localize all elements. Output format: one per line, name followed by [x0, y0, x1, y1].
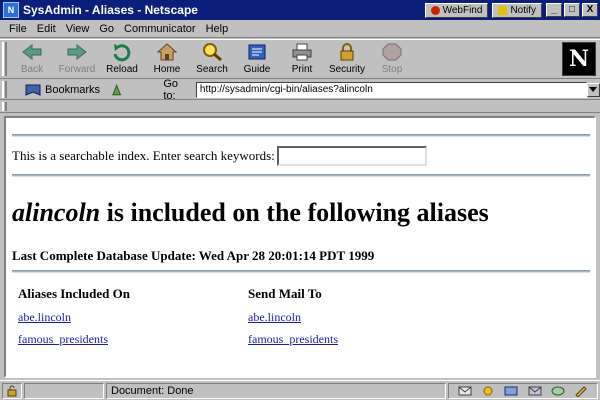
divider [12, 270, 590, 273]
reload-icon [110, 42, 134, 62]
print-button[interactable]: Print [280, 40, 324, 78]
guide-icon [245, 42, 269, 62]
close-button[interactable]: X [582, 3, 598, 17]
search-button[interactable]: Search [190, 40, 234, 78]
home-label: Home [153, 64, 181, 75]
progress-bar [24, 382, 104, 399]
security-label: Security [328, 64, 366, 75]
minimize-button[interactable]: _ [546, 3, 562, 17]
reload-label: Reload [106, 64, 138, 75]
sendmail-link[interactable]: abe.lincoln [248, 310, 301, 325]
webfind-button[interactable]: WebFind [424, 2, 489, 18]
component-bar [448, 382, 598, 399]
alias-link[interactable]: abe.lincoln [18, 310, 71, 325]
stop-button[interactable]: Stop [370, 40, 414, 78]
goto-label: Go to: [163, 77, 179, 102]
mail-icon[interactable] [458, 385, 472, 397]
messenger-icon[interactable] [528, 385, 542, 397]
sendmail-link[interactable]: famous_presidents [248, 332, 338, 347]
toolbar-grip[interactable] [2, 42, 7, 76]
back-button[interactable]: Back [10, 40, 54, 78]
back-label: Back [20, 64, 44, 75]
discussions-icon[interactable] [551, 385, 565, 397]
heading-username: alincoln [12, 198, 101, 227]
search-prompt: This is a searchable index. Enter search… [12, 148, 275, 163]
guide-label: Guide [243, 64, 271, 75]
page-content[interactable]: This is a searchable index. Enter search… [4, 116, 596, 378]
home-icon [155, 42, 179, 62]
search-form: This is a searchable index. Enter search… [12, 146, 427, 166]
netscape-app-icon[interactable]: N [3, 2, 19, 18]
personal-toolbar-grip[interactable] [2, 102, 7, 111]
padlock-open-icon [7, 385, 17, 396]
print-label: Print [291, 64, 313, 75]
location-grip[interactable] [2, 81, 7, 98]
title-bar[interactable]: N SysAdmin - Aliases - Netscape WebFind … [0, 0, 600, 20]
divider [12, 174, 590, 177]
security-button[interactable]: Security [325, 40, 369, 78]
notify-label: Notify [510, 4, 536, 16]
window-title: SysAdmin - Aliases - Netscape [23, 3, 198, 17]
menu-view[interactable]: View [66, 23, 90, 35]
menu-help[interactable]: Help [206, 23, 229, 35]
netscape-logo[interactable]: N [562, 42, 596, 76]
navigator-icon[interactable] [504, 385, 518, 397]
forward-button[interactable]: Forward [55, 40, 99, 78]
guide-button[interactable]: Guide [235, 40, 279, 78]
location-bar: Bookmarks Go to: http://sysadmin/cgi-bin… [0, 77, 600, 102]
bookmarks-label: Bookmarks [45, 83, 101, 96]
page-heading: alincoln is included on the following al… [12, 198, 489, 228]
home-button[interactable]: Home [145, 40, 189, 78]
stop-icon [380, 42, 404, 62]
notify-icon [498, 5, 508, 15]
menu-go[interactable]: Go [99, 23, 114, 35]
menu-communicator[interactable]: Communicator [124, 23, 196, 35]
search-label: Search [196, 64, 228, 75]
composer-icon[interactable] [574, 385, 588, 397]
maximize-button[interactable]: □ [564, 3, 580, 17]
sendmail-column-header: Send Mail To [248, 286, 322, 301]
chevron-down-icon [589, 86, 598, 92]
forward-arrow-icon [65, 42, 89, 62]
bookmarks-button[interactable]: Bookmarks [24, 83, 100, 97]
heading-text: is included on the following aliases [106, 198, 489, 227]
search-keywords-input[interactable] [276, 146, 427, 166]
navigation-toolbar: Back Forward Reload Home Search Guide Pr… [0, 39, 600, 79]
printer-icon [290, 42, 314, 62]
page-proxy-icon[interactable] [110, 83, 123, 97]
alias-link[interactable]: famous_presidents [18, 332, 108, 347]
search-icon [200, 42, 224, 62]
bookmarks-icon [25, 84, 41, 96]
status-bar: Document: Done [0, 380, 600, 400]
personal-toolbar [0, 101, 600, 113]
notify-button[interactable]: Notify [492, 2, 542, 18]
divider [12, 134, 590, 137]
forward-label: Forward [58, 64, 96, 75]
aliases-column-header: Aliases Included On [18, 286, 130, 301]
menu-file[interactable]: File [9, 23, 27, 35]
security-status[interactable] [2, 382, 22, 399]
status-text: Document: Done [106, 382, 446, 399]
url-dropdown-button[interactable] [586, 82, 600, 97]
padlock-icon [335, 42, 359, 62]
webfind-label: WebFind [442, 4, 483, 16]
reload-button[interactable]: Reload [100, 40, 144, 78]
menu-edit[interactable]: Edit [37, 23, 56, 35]
back-arrow-icon [20, 42, 44, 62]
url-field[interactable]: http://sysadmin/cgi-bin/aliases?alincoln [195, 81, 587, 98]
stop-label: Stop [381, 64, 403, 75]
last-update-text: Last Complete Database Update: Wed Apr 2… [12, 248, 375, 263]
online-status-icon[interactable] [481, 385, 495, 397]
webfind-icon [430, 5, 440, 15]
menu-bar: File Edit View Go Communicator Help [0, 20, 600, 38]
